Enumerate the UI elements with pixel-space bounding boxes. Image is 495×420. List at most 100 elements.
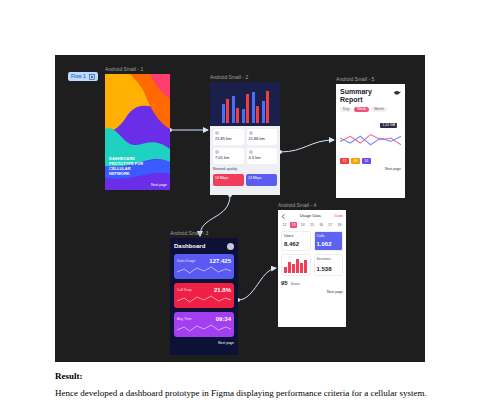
metric-card[interactable]: Users8.462 (281, 231, 311, 251)
series-line (340, 135, 401, 145)
metric-grid: Users8.462Calls1.062 (281, 231, 343, 251)
metric-card[interactable]: Data Usage127.425 (174, 254, 234, 279)
tile[interactable]: 18 Mbps (213, 174, 244, 186)
tile-row: 724831 (340, 158, 401, 164)
sparkline (177, 323, 231, 333)
chart-tooltip: 1.24 GB (380, 123, 397, 128)
chart-bar (226, 99, 229, 123)
flow-arrow (280, 140, 334, 152)
day-cell[interactable]: 13 (290, 222, 297, 228)
metric-card[interactable]: Calls1.062 (314, 231, 344, 251)
tile[interactable]: 24 Mbps (246, 174, 277, 186)
play-icon (89, 74, 95, 80)
tile[interactable]: 72 (340, 158, 349, 164)
metric-value: 1.538 (317, 265, 341, 273)
flow-arrow (200, 195, 230, 236)
metric-card[interactable]: Call Drop 21.8% (174, 283, 234, 308)
metric-card[interactable]: Avg Time09:34 (174, 312, 234, 337)
chart-bar (266, 91, 269, 123)
day-cell[interactable]: 16 (318, 222, 325, 228)
stat-card[interactable]: 21.86 km (247, 129, 278, 145)
day-cell[interactable]: 18 (336, 222, 343, 228)
back-icon (281, 214, 286, 219)
metric-label: Data Usage (177, 259, 195, 264)
metric-value: 1.062 (317, 240, 341, 248)
metric-value: 21.8% (214, 286, 231, 294)
period-tab[interactable]: Week (354, 107, 369, 112)
sparkline (177, 294, 231, 304)
metric-label: Calls (317, 234, 341, 239)
phone-frame[interactable]: Usage DataDate12131415161718Users8.462Ca… (278, 210, 346, 327)
result-text: Hence developed a dashboard prototype in… (55, 387, 435, 399)
next-button[interactable]: Next page (218, 341, 234, 346)
day-cell[interactable]: 14 (299, 222, 306, 228)
period-tab[interactable]: Month (371, 107, 387, 112)
period-tab[interactable]: Day (340, 107, 352, 112)
stat-card[interactable]: 4.3 km (247, 148, 278, 164)
day-cell[interactable]: 15 (308, 222, 315, 228)
metric-card[interactable]: Sessions 1.538 (314, 254, 344, 276)
phone-frame[interactable]: Summary Report DayWeekMonth 1.24 GB 724831 N… (336, 84, 405, 198)
frame-label: Android Small - 4 (278, 202, 316, 208)
phone-frame[interactable]: DASHBOARD PROTOTYPE FOR CELLULAR NETWORK… (105, 74, 170, 190)
flow-tag[interactable]: Flow 1 (68, 72, 98, 81)
metric-row: Call Drop 21.8% (177, 286, 231, 294)
splash-title: DASHBOARD PROTOTYPE FOR CELLULAR NETWORK (109, 156, 145, 176)
day-cell[interactable]: 12 (281, 222, 288, 228)
score-value: 95 (281, 279, 288, 287)
stat-icon (249, 150, 253, 154)
stat-value: 21.86 km (249, 136, 276, 141)
avatar-icon[interactable] (227, 243, 234, 250)
date-action[interactable]: Date (335, 213, 343, 219)
metric-label: Sessions (317, 257, 341, 262)
metric-row: Data Usage127.425 (177, 257, 231, 265)
tile[interactable]: 48 (351, 158, 360, 164)
bar-chart (281, 254, 311, 276)
stat-card[interactable]: 7.05 km (213, 148, 244, 164)
flow-arrow (238, 268, 276, 300)
stat-value: 7.05 km (215, 155, 242, 160)
score-row: 95Score (281, 279, 343, 287)
chart-bar (236, 108, 239, 123)
chart-bar (246, 94, 249, 123)
bar-group (222, 99, 229, 123)
phone-frame[interactable]: 21.85 km 21.86 km 7.05 km 4.3 km Network qua… (210, 82, 280, 195)
bar-group (252, 92, 259, 123)
chart-bar (292, 264, 295, 273)
next-button[interactable]: Next page (385, 167, 401, 172)
metric-grid: Sessions 1.538 (281, 254, 343, 276)
dashboard-header: Dashboard (174, 242, 234, 250)
flow-label: Flow 1 (71, 73, 86, 80)
stat-card[interactable]: 21.85 km (213, 129, 244, 145)
page: Flow 1Android Small - 1DASHBOARD PROTOTY… (0, 0, 495, 399)
frame-label: Android Small - 5 (336, 76, 374, 82)
chart-bar (222, 104, 225, 123)
bar-group (242, 94, 249, 123)
tile-row: 18 Mbps24 Mbps (210, 172, 280, 186)
next-button[interactable]: Next page (151, 183, 167, 187)
chart-bar (232, 96, 235, 123)
metric-label: Avg Time (177, 317, 192, 322)
next-button[interactable]: Next page (327, 290, 343, 295)
stat-value: 21.85 km (215, 136, 242, 141)
stat-icon (249, 131, 253, 135)
metric-row: Avg Time09:34 (177, 315, 231, 323)
summary-header: Summary Report (340, 88, 401, 104)
section-label: Network quality (210, 167, 280, 172)
stats-title: Usage Data (300, 213, 321, 219)
result-heading: Result: (55, 370, 435, 382)
chart-bar (304, 260, 307, 273)
tile[interactable]: 31 (362, 158, 371, 164)
stats-header: Usage Data Date (281, 213, 343, 219)
chart-bar (242, 109, 245, 123)
day-cell[interactable]: 17 (327, 222, 334, 228)
metric-label: Call Drop (177, 288, 192, 293)
dashboard-title: Dashboard (174, 242, 205, 250)
bar-group (262, 91, 269, 123)
phone-frame[interactable]: Dashboard Data Usage127.425 Call Drop 21.8%… (170, 238, 238, 355)
figma-canvas: Flow 1Android Small - 1DASHBOARD PROTOTY… (55, 55, 425, 362)
bar-group (232, 96, 239, 123)
tab-bar: DayWeekMonth (340, 107, 401, 112)
sparkline (177, 265, 231, 275)
line-chart: 1.24 GB (340, 121, 401, 155)
